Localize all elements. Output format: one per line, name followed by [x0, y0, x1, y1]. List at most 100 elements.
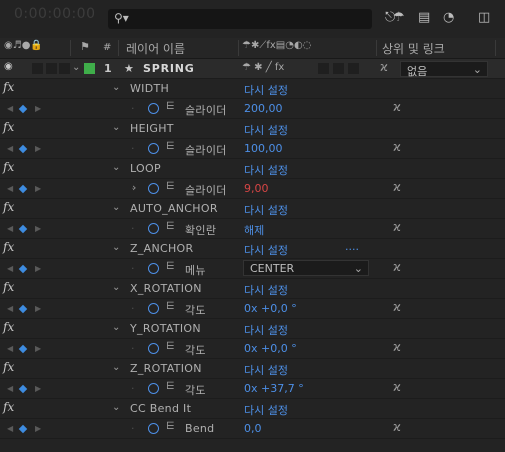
effect-name[interactable]: CC Bend It — [130, 402, 191, 415]
reset-link[interactable]: 다시 설정 — [244, 242, 288, 258]
fx-icon[interactable]: fx — [3, 360, 14, 374]
pickwhip-icon[interactable]: ϰ — [393, 340, 401, 354]
keyframe-diamond-icon[interactable] — [18, 144, 28, 154]
prev-keyframe-icon[interactable]: ◀ — [7, 264, 13, 273]
parent-dropdown[interactable]: 없음 ⌄ — [400, 61, 488, 78]
solo-switch[interactable] — [46, 63, 57, 74]
stopwatch-icon[interactable] — [148, 143, 159, 154]
next-keyframe-icon[interactable]: ▶ — [35, 344, 41, 353]
prev-keyframe-icon[interactable]: ◀ — [7, 224, 13, 233]
graph-icon[interactable]: ⋿ — [166, 301, 175, 312]
graph-icon[interactable]: ⋿ — [166, 421, 175, 432]
keyframe-diamond-icon[interactable] — [18, 384, 28, 394]
layer-name[interactable]: SPRING — [143, 62, 195, 75]
next-keyframe-icon[interactable]: ▶ — [35, 184, 41, 193]
prev-keyframe-icon[interactable]: ◀ — [7, 104, 13, 113]
fx-icon[interactable]: fx — [3, 240, 14, 254]
chevron-down-icon[interactable]: ⌄ — [112, 242, 120, 253]
next-keyframe-icon[interactable]: ▶ — [35, 224, 41, 233]
chevron-down-icon[interactable]: ⌄ — [112, 282, 120, 293]
effect-value[interactable]: 200,00 — [244, 102, 283, 115]
keyframe-diamond-icon[interactable] — [18, 224, 28, 234]
graph-icon[interactable]: ⋿ — [166, 381, 175, 392]
chevron-down-icon[interactable]: ⌄ — [112, 122, 120, 133]
effect-name[interactable]: Y_ROTATION — [130, 322, 201, 335]
pickwhip-icon[interactable]: ϰ — [393, 140, 401, 154]
property-row[interactable]: ◀ ▶ · ⋿ 메뉴 CENTER ⌄ ϰ — [0, 259, 505, 279]
shy-icon[interactable]: ☂ — [393, 10, 405, 25]
switch-box[interactable] — [318, 63, 329, 74]
property-row[interactable]: ◀ ▶ · › ⋿ 슬라이더 9,00 ϰ — [0, 179, 505, 199]
pickwhip-icon[interactable]: ϰ — [393, 420, 401, 434]
prev-keyframe-icon[interactable]: ◀ — [7, 384, 13, 393]
fx-icon[interactable]: fx — [3, 200, 14, 214]
property-row[interactable]: ◀ ▶ · ⋿ 확인란 해제 ϰ — [0, 219, 505, 239]
chevron-down-icon[interactable]: ⌄ — [112, 322, 120, 333]
effect-row[interactable]: fx ⌄ X_ROTATION 다시 설정 — [0, 279, 505, 299]
graph-icon[interactable]: ⋿ — [166, 101, 175, 112]
prev-keyframe-icon[interactable]: ◀ — [7, 144, 13, 153]
effect-row[interactable]: fx ⌄ AUTO_ANCHOR 다시 설정 — [0, 199, 505, 219]
chevron-right-icon[interactable]: › — [132, 181, 136, 194]
effect-value[interactable]: 0x +37,7 ° — [244, 382, 304, 395]
effect-row[interactable]: fx ⌄ CC Bend It 다시 설정 — [0, 399, 505, 419]
stopwatch-icon[interactable] — [148, 223, 159, 234]
chevron-down-icon[interactable]: ⌄ — [112, 202, 120, 213]
fx-icon[interactable]: fx — [3, 160, 14, 174]
fx-icon[interactable]: fx — [3, 320, 14, 334]
effect-name[interactable]: WIDTH — [130, 82, 169, 95]
fx-icon[interactable]: fx — [3, 400, 14, 414]
stopwatch-icon[interactable] — [148, 103, 159, 114]
reset-link[interactable]: 다시 설정 — [244, 282, 288, 298]
property-row[interactable]: ◀ ▶ · ⋿ 각도 0x +0,0 ° ϰ — [0, 299, 505, 319]
next-keyframe-icon[interactable]: ▶ — [35, 424, 41, 433]
chevron-down-icon[interactable]: ⌄ — [112, 82, 120, 93]
reset-link[interactable]: 다시 설정 — [244, 122, 288, 138]
keyframe-diamond-icon[interactable] — [18, 184, 28, 194]
pickwhip-icon[interactable]: ϰ — [393, 380, 401, 394]
visibility-eye-icon[interactable]: ◉ — [4, 61, 13, 72]
next-keyframe-icon[interactable]: ▶ — [35, 104, 41, 113]
switch-box[interactable] — [333, 63, 344, 74]
layer-switches[interactable]: ☂ ✱ ╱ fx — [242, 62, 284, 73]
search-input[interactable]: ⚲▾ — [108, 9, 372, 29]
stopwatch-icon[interactable] — [148, 423, 159, 434]
effect-row[interactable]: fx ⌄ Z_ANCHOR 다시 설정.... — [0, 239, 505, 259]
next-keyframe-icon[interactable]: ▶ — [35, 384, 41, 393]
reset-link[interactable]: 다시 설정 — [244, 202, 288, 218]
fx-icon[interactable]: fx — [3, 120, 14, 134]
lock-switch[interactable] — [59, 63, 70, 74]
pickwhip-icon[interactable]: ϰ — [393, 220, 401, 234]
property-row[interactable]: ◀ ▶ · ⋿ 슬라이더 100,00 ϰ — [0, 139, 505, 159]
prev-keyframe-icon[interactable]: ◀ — [7, 344, 13, 353]
effect-name[interactable]: X_ROTATION — [130, 282, 202, 295]
label-color-swatch[interactable] — [84, 63, 95, 74]
fx-icon[interactable]: fx — [3, 280, 14, 294]
effect-name[interactable]: HEIGHT — [130, 122, 174, 135]
pickwhip-icon[interactable]: ϰ — [393, 180, 401, 194]
effect-value[interactable]: 100,00 — [244, 142, 283, 155]
graph-editor-icon[interactable]: ◫ — [478, 10, 490, 25]
stopwatch-icon[interactable] — [148, 263, 159, 274]
prev-keyframe-icon[interactable]: ◀ — [7, 184, 13, 193]
reset-link[interactable]: 다시 설정 — [244, 362, 288, 378]
graph-icon[interactable]: ⋿ — [166, 181, 175, 192]
stopwatch-icon[interactable] — [148, 343, 159, 354]
effect-row[interactable]: fx ⌄ Y_ROTATION 다시 설정 — [0, 319, 505, 339]
keyframe-diamond-icon[interactable] — [18, 264, 28, 274]
graph-icon[interactable]: ⋿ — [166, 141, 175, 152]
effect-name[interactable]: Z_ROTATION — [130, 362, 202, 375]
effect-row[interactable]: fx ⌄ LOOP 다시 설정 — [0, 159, 505, 179]
property-row[interactable]: ◀ ▶ · ⋿ Bend 0,0 ϰ — [0, 419, 505, 439]
effect-row[interactable]: fx ⌄ HEIGHT 다시 설정 — [0, 119, 505, 139]
prev-keyframe-icon[interactable]: ◀ — [7, 304, 13, 313]
switch-box[interactable] — [348, 63, 359, 74]
keyframe-diamond-icon[interactable] — [18, 104, 28, 114]
property-row[interactable]: ◀ ▶ · ⋿ 슬라이더 200,00 ϰ — [0, 99, 505, 119]
stopwatch-icon[interactable] — [148, 303, 159, 314]
effect-name[interactable]: AUTO_ANCHOR — [130, 202, 218, 215]
graph-icon[interactable]: ⋿ — [166, 341, 175, 352]
parent-link-column[interactable]: 상위 및 링크 — [382, 40, 445, 57]
reset-link[interactable]: 다시 설정 — [244, 82, 288, 98]
next-keyframe-icon[interactable]: ▶ — [35, 264, 41, 273]
